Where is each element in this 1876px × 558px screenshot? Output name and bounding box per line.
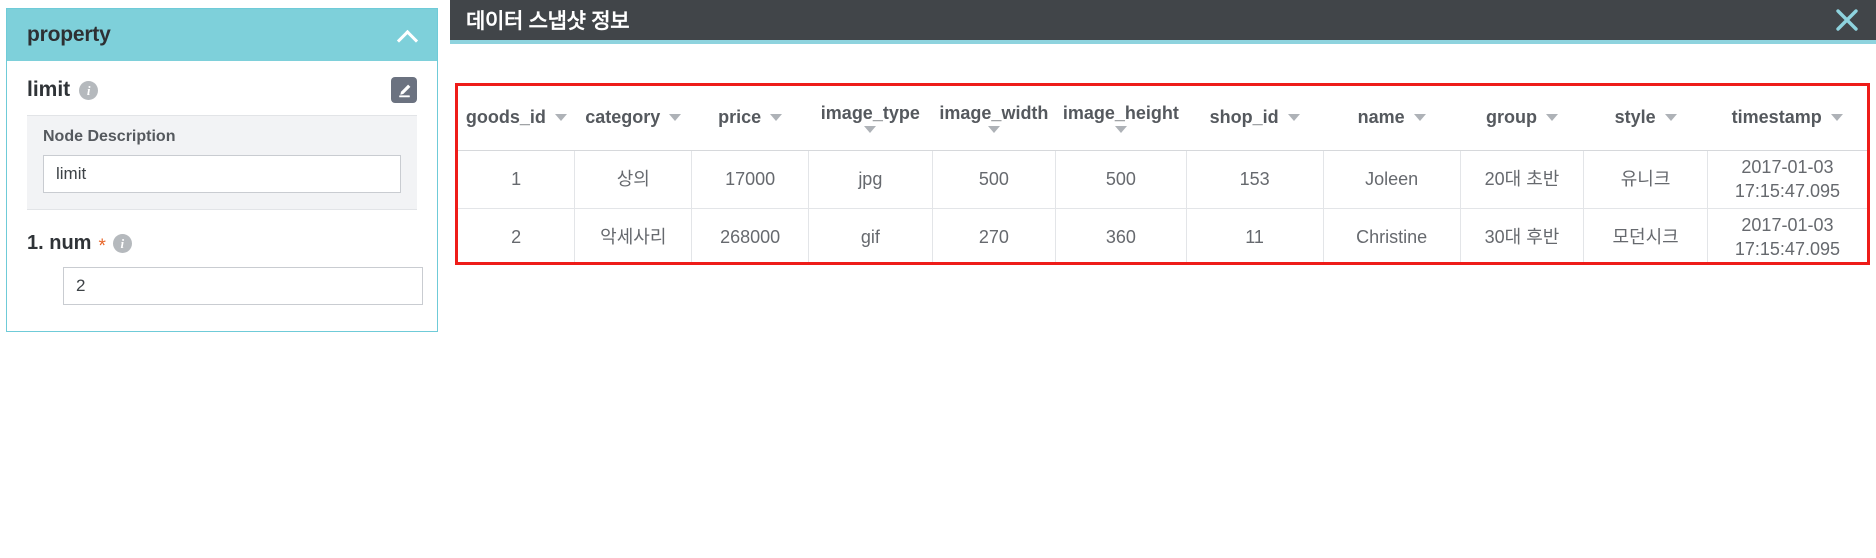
node-description-label: Node Description xyxy=(43,128,401,146)
column-header-group[interactable]: group xyxy=(1460,86,1584,150)
column-header-timestamp[interactable]: timestamp xyxy=(1707,86,1867,150)
property-panel-body: limit i Node Description 1. num * i xyxy=(7,61,437,331)
column-label: timestamp xyxy=(1732,107,1822,128)
column-header-image_width[interactable]: image_width xyxy=(932,86,1056,150)
column-label: price xyxy=(718,107,761,128)
cell-group: 20대 초반 xyxy=(1460,150,1584,208)
cell-style: 모던시크 xyxy=(1584,208,1708,265)
property-panel: property limit i Node Description 1. num… xyxy=(6,8,438,332)
chevron-down-icon[interactable] xyxy=(1665,114,1677,121)
node-description-input[interactable] xyxy=(43,155,401,193)
close-x-icon[interactable] xyxy=(1832,5,1862,35)
cell-image_type: gif xyxy=(809,208,933,265)
info-icon[interactable]: i xyxy=(113,234,132,253)
timestamp-date: 2017-01-03 xyxy=(1714,155,1861,179)
required-asterisk: * xyxy=(98,237,105,256)
table-row[interactable]: 2 악세사리 268000 gif 270 360 11 Christine 3… xyxy=(458,208,1867,265)
cell-image_height: 500 xyxy=(1056,150,1186,208)
timestamp-time: 17:15:47.095 xyxy=(1714,237,1861,261)
table-header-row: goods_id category price xyxy=(458,86,1867,150)
cell-name: Joleen xyxy=(1323,150,1460,208)
column-header-style[interactable]: style xyxy=(1584,86,1708,150)
timestamp-time: 17:15:47.095 xyxy=(1714,179,1861,203)
cell-image_width: 500 xyxy=(932,150,1056,208)
dialog-titlebar: 데이터 스냅샷 정보 xyxy=(450,0,1876,44)
cell-group: 30대 후반 xyxy=(1460,208,1584,265)
cell-shop_id: 11 xyxy=(1186,208,1323,265)
cell-timestamp: 2017-01-03 17:15:47.095 xyxy=(1707,208,1867,265)
column-label: image_height xyxy=(1063,103,1179,124)
column-header-shop_id[interactable]: shop_id xyxy=(1186,86,1323,150)
cell-image_height: 360 xyxy=(1056,208,1186,265)
node-description-group: Node Description xyxy=(27,115,417,210)
column-header-price[interactable]: price xyxy=(692,86,809,150)
cell-price: 17000 xyxy=(692,150,809,208)
column-label: group xyxy=(1486,107,1537,128)
cell-style: 유니크 xyxy=(1584,150,1708,208)
cell-name: Christine xyxy=(1323,208,1460,265)
cell-category: 상의 xyxy=(575,150,692,208)
chevron-down-icon[interactable] xyxy=(1115,126,1127,133)
chevron-down-icon[interactable] xyxy=(988,126,1000,133)
column-label: shop_id xyxy=(1210,107,1279,128)
cell-goods_id: 1 xyxy=(458,150,575,208)
chevron-down-icon[interactable] xyxy=(555,114,567,121)
chevron-down-icon[interactable] xyxy=(669,114,681,121)
limit-field-title-row: limit i xyxy=(27,77,417,103)
param-num-label-row: 1. num * i xyxy=(27,232,417,255)
column-header-name[interactable]: name xyxy=(1323,86,1460,150)
chevron-down-icon[interactable] xyxy=(1288,114,1300,121)
limit-field-title-left: limit i xyxy=(27,78,98,102)
cell-image_width: 270 xyxy=(932,208,1056,265)
column-header-goods_id[interactable]: goods_id xyxy=(458,86,575,150)
cell-goods_id: 2 xyxy=(458,208,575,265)
data-snapshot-dialog: 데이터 스냅샷 정보 goods_id xyxy=(450,0,1876,558)
param-num-input[interactable] xyxy=(63,267,423,305)
cell-image_type: jpg xyxy=(809,150,933,208)
column-header-category[interactable]: category xyxy=(575,86,692,150)
cell-shop_id: 153 xyxy=(1186,150,1323,208)
param-num-input-wrap xyxy=(27,267,417,305)
column-header-image_height[interactable]: image_height xyxy=(1056,86,1186,150)
table-row[interactable]: 1 상의 17000 jpg 500 500 153 Joleen 20대 초반… xyxy=(458,150,1867,208)
snapshot-table: goods_id category price xyxy=(458,86,1867,265)
property-panel-title: property xyxy=(27,23,111,47)
column-label: image_width xyxy=(939,103,1048,124)
param-num-label: 1. num xyxy=(27,232,91,255)
chevron-down-icon[interactable] xyxy=(1831,114,1843,121)
chevron-down-icon[interactable] xyxy=(770,114,782,121)
cell-price: 268000 xyxy=(692,208,809,265)
column-header-image_type[interactable]: image_type xyxy=(809,86,933,150)
limit-field-title: limit xyxy=(27,78,70,102)
pencil-edit-icon[interactable] xyxy=(391,77,417,103)
cell-timestamp: 2017-01-03 17:15:47.095 xyxy=(1707,150,1867,208)
timestamp-date: 2017-01-03 xyxy=(1714,213,1861,237)
cell-category: 악세사리 xyxy=(575,208,692,265)
column-label: name xyxy=(1358,107,1405,128)
column-label: goods_id xyxy=(466,107,546,128)
column-label: category xyxy=(585,107,660,128)
chevron-down-icon[interactable] xyxy=(1546,114,1558,121)
chevron-down-icon[interactable] xyxy=(1414,114,1426,121)
chevron-up-icon[interactable] xyxy=(397,28,419,42)
column-label: style xyxy=(1615,107,1656,128)
info-icon[interactable]: i xyxy=(79,81,98,100)
column-label: image_type xyxy=(821,103,920,124)
snapshot-table-highlight-frame: goods_id category price xyxy=(455,83,1870,265)
dialog-title: 데이터 스냅샷 정보 xyxy=(466,5,629,35)
property-panel-header[interactable]: property xyxy=(7,9,437,61)
chevron-down-icon[interactable] xyxy=(864,126,876,133)
